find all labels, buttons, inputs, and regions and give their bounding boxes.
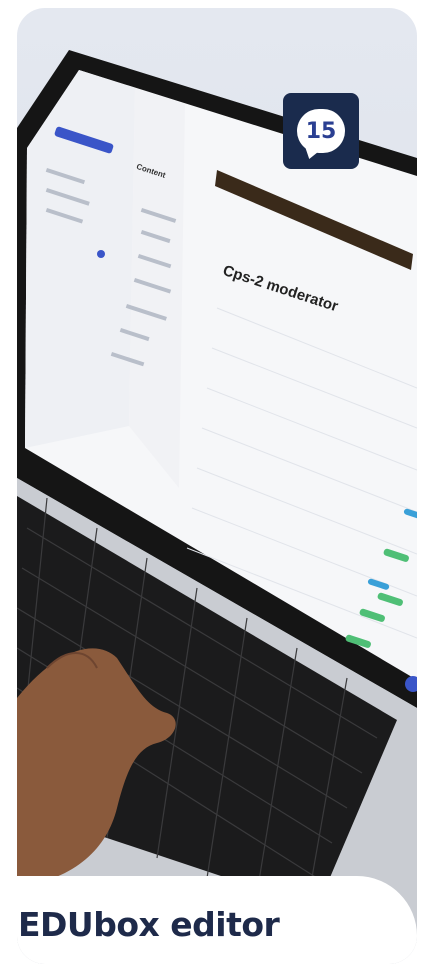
- promo-card: 15: [17, 8, 417, 964]
- badge-number: 15: [305, 118, 337, 144]
- calendar-badge: 15: [283, 93, 359, 169]
- speech-bubble-icon: 15: [297, 109, 345, 153]
- caption-title: EDUbox editor: [18, 905, 280, 944]
